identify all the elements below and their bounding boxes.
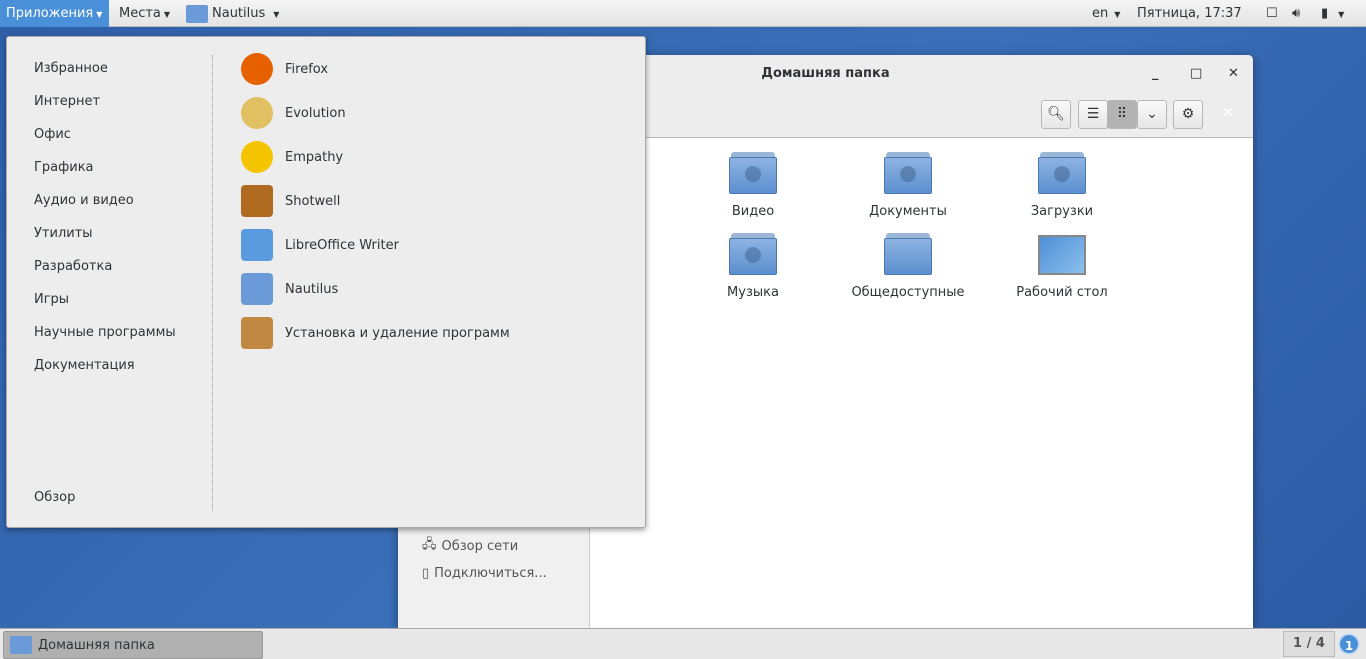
- window-icon[interactable]: ☐: [1260, 0, 1284, 27]
- sidebar-item-connect[interactable]: ▯ Подключиться...: [422, 566, 547, 581]
- language-indicator[interactable]: en ▼: [1086, 0, 1126, 27]
- app-item[interactable]: LibreOffice Writer: [241, 229, 399, 261]
- app-label: Firefox: [285, 61, 329, 77]
- network-icon: 🖧: [422, 537, 437, 552]
- folder-item[interactable]: Музыка: [678, 233, 828, 300]
- app-item[interactable]: Empathy: [241, 141, 343, 173]
- close-icon[interactable]: ✕: [1213, 100, 1243, 129]
- server-icon: ▯: [422, 566, 430, 581]
- folder-label: Документы: [869, 204, 947, 219]
- app-label: Evolution: [285, 105, 346, 121]
- chevron-down-icon: ▼: [1114, 10, 1121, 19]
- language-label: en: [1092, 6, 1109, 21]
- chevron-down-icon: ▼: [273, 10, 280, 19]
- category-item[interactable]: Игры: [34, 292, 69, 307]
- folder-item[interactable]: Общедоступные: [833, 233, 983, 300]
- app-menu-label: Nautilus: [212, 6, 266, 21]
- close-icon[interactable]: ✕: [1228, 55, 1239, 93]
- folder-label: Рабочий стол: [1016, 285, 1108, 300]
- folder-icon: [10, 636, 32, 654]
- category-item[interactable]: Разработка: [34, 259, 112, 274]
- sidebar-item-label: Подключиться...: [434, 566, 547, 581]
- volume-icon[interactable]: 🔊︎: [1286, 0, 1306, 27]
- writer-icon: [241, 229, 273, 261]
- sidebar-item-label: Обзор сети: [441, 538, 519, 554]
- folder-label: Музыка: [727, 285, 779, 300]
- task-label: Домашняя папка: [38, 637, 155, 653]
- folder-item[interactable]: Загрузки: [987, 152, 1137, 219]
- app-label: Shotwell: [285, 193, 341, 209]
- places-label: Места: [119, 6, 161, 21]
- app-item[interactable]: Firefox: [241, 53, 328, 85]
- category-item[interactable]: Документация: [34, 358, 135, 373]
- sidebar-item-network[interactable]: 🖧 Обзор сети: [422, 535, 518, 557]
- list-view-button[interactable]: ☰: [1078, 100, 1108, 129]
- category-item[interactable]: Графика: [34, 160, 94, 175]
- app-menu-button[interactable]: Nautilus ▼: [180, 0, 285, 27]
- applications-menu-button[interactable]: Приложения ▼: [0, 0, 109, 27]
- window-title: Домашняя папка: [761, 66, 890, 81]
- mail-icon: [241, 97, 273, 129]
- folder-label: Видео: [731, 204, 775, 219]
- app-label: Установка и удаление программ: [285, 325, 510, 341]
- category-item[interactable]: Избранное: [34, 61, 108, 76]
- folder-icon: [729, 233, 777, 275]
- app-label: Empathy: [285, 149, 344, 165]
- notification-badge[interactable]: 1: [1338, 633, 1360, 655]
- category-item[interactable]: Утилиты: [34, 226, 93, 241]
- app-label: Nautilus: [285, 281, 339, 297]
- app-item[interactable]: Установка и удаление программ: [241, 317, 510, 349]
- bottom-panel: Домашняя папка 1 / 4 1: [0, 628, 1366, 659]
- software-icon: [241, 317, 273, 349]
- firefox-icon: [241, 53, 273, 85]
- app-label: LibreOffice Writer: [285, 237, 399, 253]
- settings-button[interactable]: ⚙: [1173, 100, 1203, 129]
- applications-label: Приложения: [6, 6, 94, 21]
- folder-icon: [729, 152, 777, 194]
- folder-icon: [884, 233, 932, 275]
- maximize-icon[interactable]: □: [1190, 55, 1202, 93]
- grid-view-button[interactable]: ⠿: [1107, 100, 1137, 129]
- top-panel: Приложения ▼ Места ▼ Nautilus ▼ en ▼ Пятница…: [0, 0, 1366, 27]
- applications-menu: Избранное Интернет Офис Графика Аудио и виде…: [6, 36, 646, 528]
- category-item[interactable]: Интернет: [34, 94, 100, 109]
- overview-item[interactable]: Обзор: [34, 490, 75, 505]
- battery-icon[interactable]: ▮ ▼: [1315, 0, 1350, 27]
- photo-icon: [241, 185, 273, 217]
- app-item[interactable]: Nautilus: [241, 273, 338, 305]
- folder-label: Общедоступные: [851, 285, 965, 300]
- category-item[interactable]: Аудио и видео: [34, 193, 134, 208]
- folder-item[interactable]: Видео: [678, 152, 828, 219]
- folder-label: Загрузки: [1030, 204, 1094, 219]
- view-options-button[interactable]: ⌄: [1137, 100, 1167, 129]
- minimize-icon[interactable]: _: [1152, 55, 1159, 93]
- app-item[interactable]: Evolution: [241, 97, 346, 129]
- clock[interactable]: Пятница, 17:37: [1131, 0, 1248, 27]
- folder-item[interactable]: Рабочий стол: [987, 233, 1137, 300]
- chevron-down-icon: ▼: [96, 10, 103, 19]
- search-button[interactable]: 🔍︎: [1041, 100, 1071, 129]
- folder-icon: [1038, 152, 1086, 194]
- workspace-switcher[interactable]: 1 / 4: [1283, 631, 1335, 657]
- folder-item[interactable]: Документы: [833, 152, 983, 219]
- divider: [212, 55, 213, 511]
- desktop-icon: [1038, 233, 1086, 275]
- task-home-folder[interactable]: Домашняя папка: [3, 631, 263, 659]
- category-item[interactable]: Офис: [34, 127, 71, 142]
- app-item[interactable]: Shotwell: [241, 185, 340, 217]
- nautilus-icon: [186, 4, 208, 23]
- files-icon: [241, 273, 273, 305]
- places-menu-button[interactable]: Места ▼: [113, 0, 176, 27]
- category-item[interactable]: Научные программы: [34, 325, 176, 340]
- chat-icon: [241, 141, 273, 173]
- folder-icon: [884, 152, 932, 194]
- chevron-down-icon: ▼: [163, 10, 171, 19]
